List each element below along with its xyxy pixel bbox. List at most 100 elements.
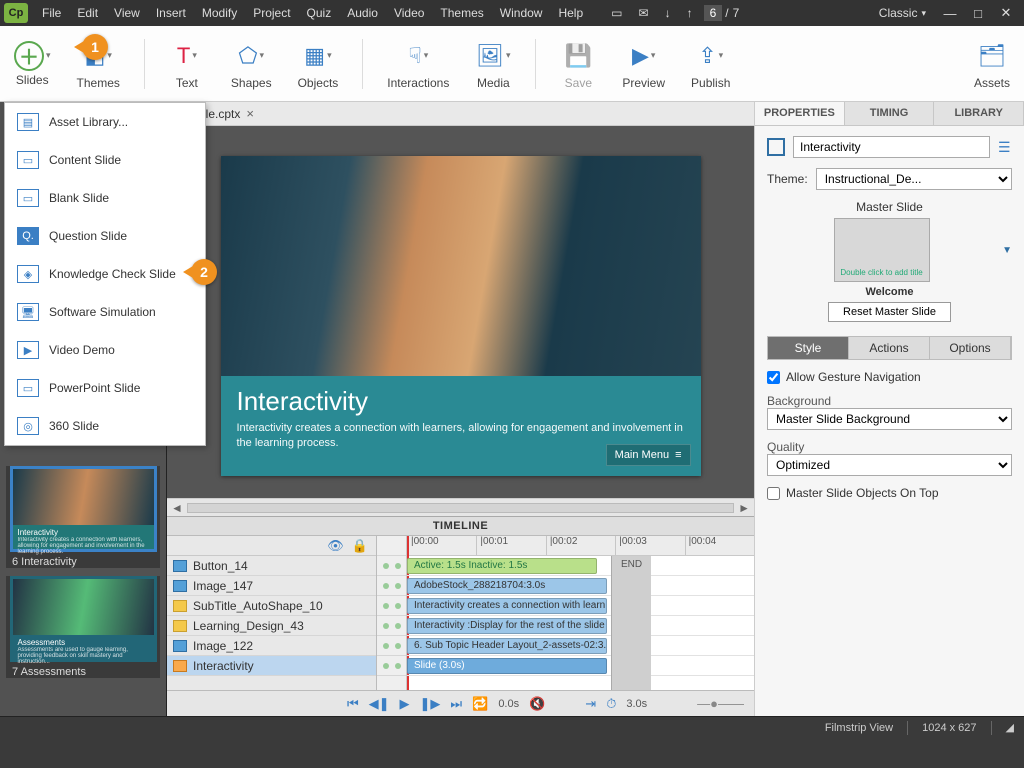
tab-library[interactable]: LIBRARY	[934, 102, 1024, 125]
timeline-row[interactable]: SubTitle_AutoShape_10	[167, 596, 376, 616]
ribbon-text[interactable]: T▾ Text	[161, 34, 213, 94]
timeline-end: END	[611, 556, 651, 690]
theme-select[interactable]: Instructional_De...	[816, 168, 1012, 190]
lock-icon[interactable]: 🔒	[352, 538, 368, 554]
ribbon-interactions[interactable]: ☟▾ Interactions	[379, 34, 457, 94]
ppt-icon: ▭	[17, 379, 39, 397]
timeline-bar[interactable]: AdobeStock_288218704:3.0s	[407, 578, 607, 594]
ribbon-save[interactable]: 💾 Save	[552, 34, 604, 94]
hamburger-icon: ≡	[675, 449, 681, 461]
gesture-checkbox[interactable]: Allow Gesture Navigation	[767, 370, 1012, 384]
snap-icon[interactable]: ⇥	[585, 696, 596, 712]
layer-icon	[173, 640, 187, 652]
timer-icon[interactable]: ⏱	[606, 696, 616, 712]
mute-icon[interactable]: 🔇	[529, 696, 545, 712]
rewind-start-icon[interactable]: ⏮	[347, 696, 359, 712]
ribbon-media[interactable]: 🖼▾ Media	[467, 34, 519, 94]
step-back-icon[interactable]: ◀❚	[369, 696, 390, 712]
upload-icon[interactable]: ↑	[679, 6, 701, 20]
rewind-end-icon[interactable]: ⏭	[450, 696, 462, 712]
menu-themes[interactable]: Themes	[432, 6, 491, 20]
dd-asset-library[interactable]: ▤Asset Library...	[5, 103, 205, 141]
ribbon-publish-label: Publish	[691, 76, 730, 90]
timeline-bar[interactable]: Active: 1.5s Inactive: 1.5s	[407, 558, 597, 574]
timeline-row[interactable]: Image_122	[167, 636, 376, 656]
quality-select[interactable]: Optimized	[767, 454, 1012, 476]
dd-question-slide[interactable]: Q.Question Slide	[5, 217, 205, 255]
timeline-bar[interactable]: Interactivity creates a connection with …	[407, 598, 607, 614]
dd-powerpoint[interactable]: ▭PowerPoint Slide	[5, 369, 205, 407]
tab-timing[interactable]: TIMING	[845, 102, 935, 125]
eye-icon[interactable]: 👁	[327, 538, 344, 554]
thumb-7[interactable]: AssessmentsAssessments are used to gauge…	[6, 576, 160, 678]
dd-360-slide[interactable]: ◎360 Slide	[5, 407, 205, 445]
ribbon-slides[interactable]: ＋▾ Slides	[6, 37, 59, 91]
close-icon[interactable]: ✕	[992, 3, 1020, 23]
timeline-row[interactable]: Learning_Design_43	[167, 616, 376, 636]
content-slide-icon: ▭	[17, 151, 39, 169]
step-fwd-icon[interactable]: ❚▶	[420, 696, 441, 712]
tab-close-icon[interactable]: ×	[246, 106, 254, 121]
menu-modify[interactable]: Modify	[194, 6, 245, 20]
reset-master-button[interactable]: Reset Master Slide	[828, 302, 951, 322]
layer-icon	[173, 600, 187, 612]
play-icon[interactable]: ▶	[400, 696, 410, 712]
properties-panel: PROPERTIES TIMING LIBRARY ☰ Theme: Instr…	[754, 102, 1024, 716]
ribbon-assets[interactable]: 🗂 Assets	[966, 34, 1018, 94]
timeline-bar[interactable]: Slide (3.0s)	[407, 658, 607, 674]
ribbon-save-label: Save	[565, 76, 592, 90]
menu-project[interactable]: Project	[245, 6, 298, 20]
subtab-style[interactable]: Style	[768, 337, 849, 359]
timeline-bar[interactable]: Interactivity :Display for the rest of t…	[407, 618, 607, 634]
loop-icon[interactable]: 🔁	[472, 696, 488, 712]
chevron-down-icon[interactable]: ▼	[1002, 245, 1012, 256]
menu-audio[interactable]: Audio	[339, 6, 386, 20]
timeline-bar[interactable]: 6. Sub Topic Header Layout_2-assets-02:3…	[407, 638, 607, 654]
panel-menu-icon[interactable]: ☰	[998, 139, 1012, 156]
background-select[interactable]: Master Slide Background	[767, 408, 1012, 430]
timeline-row[interactable]: Button_14	[167, 556, 376, 576]
dd-content-slide[interactable]: ▭Content Slide	[5, 141, 205, 179]
download-icon[interactable]: ↓	[657, 6, 679, 20]
timeline-row[interactable]: Image_147	[167, 576, 376, 596]
dd-software-sim[interactable]: 🖥Software Simulation	[5, 293, 205, 331]
subtab-options[interactable]: Options	[930, 337, 1011, 359]
timeline-row[interactable]: Interactivity	[167, 656, 376, 676]
dd-video-demo[interactable]: ▶Video Demo	[5, 331, 205, 369]
h-scrollbar[interactable]: ◄►	[167, 498, 754, 516]
dd-blank-slide[interactable]: ▭Blank Slide	[5, 179, 205, 217]
mail-icon[interactable]: ✉	[631, 6, 657, 20]
main-menu-button[interactable]: Main Menu≡	[606, 444, 691, 466]
menu-view[interactable]: View	[106, 6, 148, 20]
layout-icon[interactable]: ▭	[603, 6, 630, 20]
background-label: Background	[767, 394, 1012, 408]
interactions-icon: ☟▾	[400, 38, 436, 74]
menu-file[interactable]: File	[34, 6, 69, 20]
menu-quiz[interactable]: Quiz	[299, 6, 340, 20]
workspace-switcher[interactable]: Classic▾	[869, 6, 936, 20]
ribbon-objects[interactable]: ▦▾ Objects	[290, 34, 347, 94]
thumb-6[interactable]: InteractivityInteractivity creates a con…	[6, 466, 160, 568]
object-name-input[interactable]	[793, 136, 990, 158]
tab-properties[interactable]: PROPERTIES	[755, 102, 845, 125]
timeline-tracks[interactable]: |00:00|00:01|00:02|00:03|00:04 Active: 1…	[407, 536, 754, 690]
subtab-actions[interactable]: Actions	[849, 337, 930, 359]
ribbon-shapes[interactable]: ⬠▾ Shapes	[223, 34, 280, 94]
page-current[interactable]: 6	[704, 5, 723, 21]
resize-grip-icon[interactable]: ◢	[1006, 721, 1014, 734]
maximize-icon[interactable]: □	[964, 3, 992, 23]
menu-window[interactable]: Window	[492, 6, 551, 20]
ribbon-publish[interactable]: ⇪▾ Publish	[683, 34, 738, 94]
menu-help[interactable]: Help	[550, 6, 591, 20]
dd-knowledge-check[interactable]: ◈Knowledge Check Slide 2	[5, 255, 205, 293]
master-preview[interactable]: Double click to add title	[834, 218, 930, 282]
ribbon: ＋▾ Slides ◧▾ Themes T▾ Text ⬠▾ Shapes ▦▾…	[0, 26, 1024, 102]
menu-insert[interactable]: Insert	[148, 6, 194, 20]
menu-video[interactable]: Video	[386, 6, 432, 20]
ontop-checkbox[interactable]: Master Slide Objects On Top	[767, 486, 1012, 500]
minimize-icon[interactable]: —	[936, 3, 964, 23]
zoom-slider[interactable]: —●——	[697, 696, 744, 711]
menu-edit[interactable]: Edit	[69, 6, 106, 20]
ribbon-preview[interactable]: ▶▾ Preview	[614, 34, 673, 94]
canvas[interactable]: Interactivity Interactivity creates a co…	[167, 126, 754, 498]
